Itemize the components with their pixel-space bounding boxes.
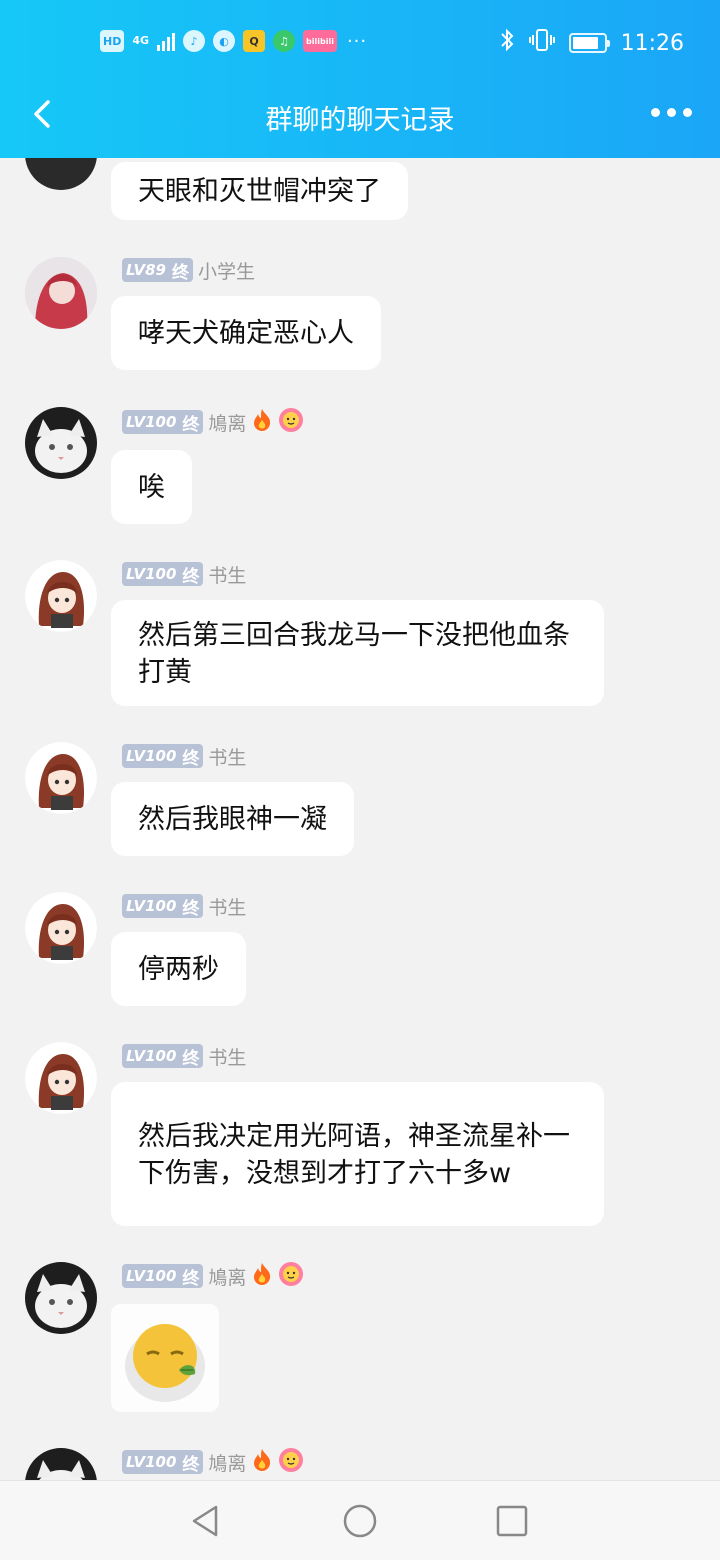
level-label: LV89 xyxy=(126,261,166,279)
sender-meta: LV100 终 书生 xyxy=(122,892,246,920)
flower-icon xyxy=(278,1447,304,1478)
level-label: LV100 xyxy=(126,747,177,765)
message-bubble[interactable]: 停两秒 xyxy=(111,932,246,1006)
avatar[interactable] xyxy=(25,1042,97,1114)
system-nav-bar xyxy=(0,1480,720,1560)
level-badge: LV89 终 xyxy=(122,258,193,283)
level-tier: 终 xyxy=(182,748,200,769)
sender-meta: LV100 终 鳩离 xyxy=(122,407,304,438)
fire-icon xyxy=(251,408,273,437)
flower-icon xyxy=(278,407,304,438)
level-tier: 终 xyxy=(182,1268,200,1289)
message-bubble[interactable]: 唉 xyxy=(111,450,192,524)
level-label: LV100 xyxy=(126,413,177,431)
vibrate-icon xyxy=(528,28,555,58)
sender-name[interactable]: 鳩离 xyxy=(208,1263,246,1290)
chat-list[interactable]: 天眼和灭世帽冲突了 LV89 终 小学生 哮天犬确定恶心人 LV100 终 鳩离 唉 xyxy=(0,158,720,1480)
qq-music-icon: Q xyxy=(243,30,266,52)
level-badge: LV100 终 xyxy=(122,1044,204,1069)
level-label: LV100 xyxy=(126,1453,177,1471)
message-bubble[interactable]: 哮天犬确定恶心人 xyxy=(111,296,381,370)
message-bubble[interactable]: 天眼和灭世帽冲突了 xyxy=(111,162,408,220)
avatar[interactable] xyxy=(25,560,97,632)
level-label: LV100 xyxy=(126,1047,177,1065)
music-app-icon: ♪ xyxy=(183,30,206,52)
fire-icon xyxy=(251,1262,273,1291)
level-badge: LV100 终 xyxy=(122,744,204,769)
header: HD 4G ♪ ◐ Q ♫ bilibili ··· 11:26 群聊的聊天记录 xyxy=(0,0,720,158)
qq-music-green-icon: ♫ xyxy=(273,30,296,52)
sender-name[interactable]: 书生 xyxy=(208,743,246,770)
level-tier: 终 xyxy=(182,1048,200,1069)
sender-meta: LV89 终 小学生 xyxy=(122,256,255,284)
more-options-icon[interactable] xyxy=(651,108,692,117)
avatar[interactable] xyxy=(25,1448,97,1480)
nav-bar: 群聊的聊天记录 xyxy=(0,78,720,150)
message-bubble[interactable]: 然后我眼神一凝 xyxy=(111,782,354,856)
hd-icon: HD xyxy=(100,30,125,52)
sender-meta: LV100 终 鳩离 xyxy=(122,1261,304,1292)
flower-icon xyxy=(278,1261,304,1292)
message-bubble[interactable]: 然后我决定用光阿语，神圣流星补一下伤害，没想到才打了六十多w xyxy=(111,1082,604,1226)
level-badge: LV100 终 xyxy=(122,1264,204,1289)
level-tier: 终 xyxy=(182,1454,200,1475)
sender-name[interactable]: 书生 xyxy=(208,1043,246,1070)
level-badge: LV100 终 xyxy=(122,562,204,587)
message-bubble[interactable]: 然后第三回合我龙马一下没把他血条打黄 xyxy=(111,600,604,706)
clock: 11:26 xyxy=(620,30,684,56)
avatar[interactable] xyxy=(25,407,97,479)
sender-meta: LV100 终 鳩离 xyxy=(122,1447,304,1478)
recents-square-icon[interactable] xyxy=(494,1503,530,1539)
bluetooth-icon xyxy=(499,28,515,58)
level-badge: LV100 终 xyxy=(122,894,204,919)
sender-name[interactable]: 书生 xyxy=(208,893,246,920)
avatar[interactable] xyxy=(25,257,97,329)
sender-meta: LV100 终 书生 xyxy=(122,560,246,588)
avatar[interactable] xyxy=(25,1262,97,1334)
sender-name[interactable]: 书生 xyxy=(208,561,246,588)
avatar[interactable] xyxy=(25,742,97,814)
sticker-image[interactable] xyxy=(111,1304,219,1412)
level-tier: 终 xyxy=(182,414,200,435)
level-badge: LV100 终 xyxy=(122,1450,204,1475)
sender-name[interactable]: 鳩离 xyxy=(208,409,246,436)
level-label: LV100 xyxy=(126,565,177,583)
avatar[interactable] xyxy=(25,158,97,190)
back-triangle-icon[interactable] xyxy=(188,1503,224,1539)
signal-icon xyxy=(157,31,176,51)
level-tier: 终 xyxy=(182,898,200,919)
browser-app-icon: ◐ xyxy=(213,30,236,52)
level-badge: LV100 终 xyxy=(122,410,204,435)
avatar[interactable] xyxy=(25,892,97,964)
level-tier: 终 xyxy=(182,566,200,587)
battery-icon xyxy=(568,33,610,53)
level-label: LV100 xyxy=(126,1267,177,1285)
level-label: LV100 xyxy=(126,897,177,915)
sender-meta: LV100 终 书生 xyxy=(122,742,246,770)
more-notifications-icon: ··· xyxy=(346,30,368,52)
page-title: 群聊的聊天记录 xyxy=(265,105,455,136)
network-label: 4G xyxy=(132,34,150,47)
sender-name[interactable]: 小学生 xyxy=(198,257,255,284)
bilibili-icon: bilibili xyxy=(303,30,337,52)
sender-meta: LV100 终 书生 xyxy=(122,1042,246,1070)
fire-icon xyxy=(251,1448,273,1477)
home-circle-icon[interactable] xyxy=(342,1503,378,1539)
sender-name[interactable]: 鳩离 xyxy=(208,1449,246,1476)
status-bar: HD 4G ♪ ◐ Q ♫ bilibili ··· 11:26 xyxy=(0,22,720,62)
level-tier: 终 xyxy=(171,262,189,283)
